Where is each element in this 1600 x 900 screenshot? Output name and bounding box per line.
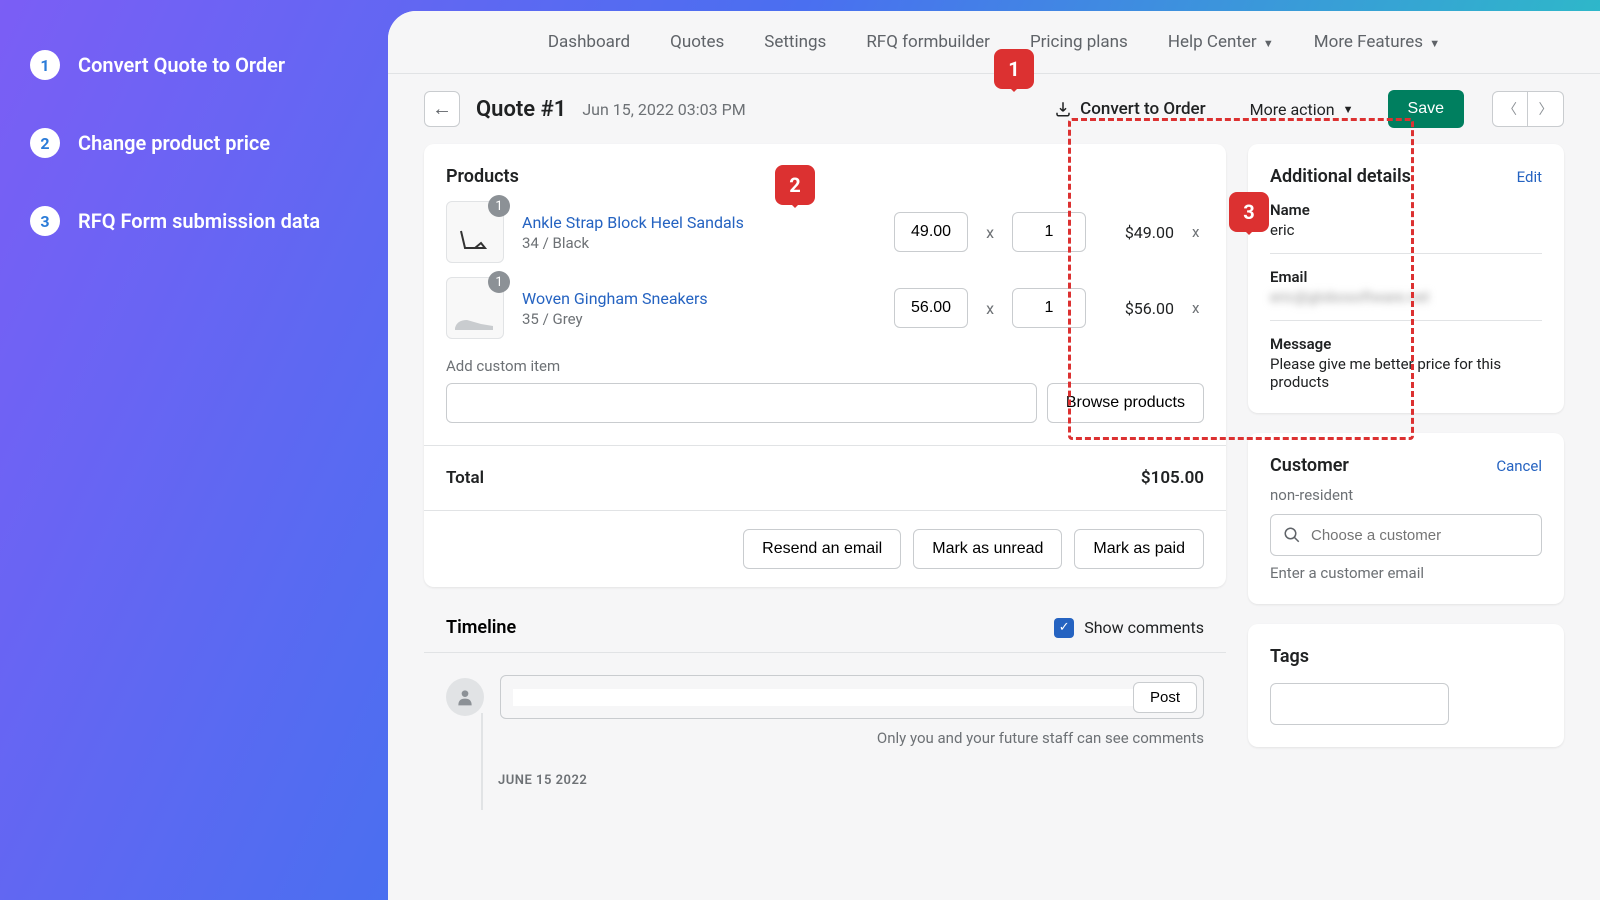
sneaker-icon [453,314,497,332]
legend-num: 1 [30,50,60,80]
price-input[interactable] [894,288,968,328]
convert-to-order-button[interactable]: Convert to Order [1054,99,1206,119]
chevron-right-icon: 〉 [1539,101,1553,117]
legend-panel: 1 Convert Quote to Order 2 Change produc… [0,0,380,334]
multiply-icon: x [986,223,994,242]
line-total: $49.00 [1104,223,1174,242]
quote-date: Jun 15, 2022 03:03 PM [582,100,745,119]
name-value: eric [1270,221,1542,239]
person-icon [455,687,475,707]
checkbox-checked-icon: ✓ [1054,618,1074,638]
products-card: Products 1 Ankle Strap Block Heel Sandal… [424,144,1226,587]
show-comments-toggle[interactable]: ✓ Show comments [1054,618,1204,638]
total-row: Total $105.00 [424,445,1226,510]
tags-card: Tags [1248,624,1564,747]
message-value: Please give me better price for this pro… [1270,355,1542,391]
comment-note: Only you and your future staff can see c… [446,729,1204,747]
customer-hint: Enter a customer email [1270,564,1542,582]
line-total: $56.00 [1104,299,1174,318]
mark-paid-button[interactable]: Mark as paid [1074,529,1204,569]
custom-item-input[interactable] [446,383,1037,423]
chevron-down-icon: ▼ [1429,37,1440,50]
mark-unread-button[interactable]: Mark as unread [913,529,1062,569]
product-variant: 35 / Grey [522,310,876,328]
pager: 〈 〉 [1492,91,1564,127]
product-name-link[interactable]: Woven Gingham Sneakers [522,289,876,308]
product-row: 1 Woven Gingham Sneakers 35 / Grey x $56… [446,277,1204,339]
next-button[interactable]: 〉 [1528,91,1564,127]
tags-input[interactable] [1270,683,1449,725]
customer-status: non-resident [1270,486,1542,504]
legend-text: RFQ Form submission data [78,209,320,233]
legend-num: 2 [30,128,60,158]
edit-link[interactable]: Edit [1517,168,1542,186]
callout-1: 1 [994,49,1034,89]
qty-input[interactable] [1012,212,1086,252]
save-button[interactable]: Save [1388,90,1464,128]
avatar [446,678,484,716]
chevron-left-icon: 〈 [1503,101,1517,117]
message-label: Message [1270,335,1542,353]
resend-email-button[interactable]: Resend an email [743,529,901,569]
custom-item-label: Add custom item [446,357,1204,375]
legend-item-3: 3 RFQ Form submission data [30,206,350,236]
legend-text: Convert Quote to Order [78,53,285,77]
page-title: Quote #1 [476,97,566,122]
browse-products-button[interactable]: Browse products [1047,383,1204,423]
post-button[interactable]: Post [1133,682,1197,713]
nav-help[interactable]: Help Center ▼ [1168,32,1274,52]
nav-settings[interactable]: Settings [764,32,826,52]
customer-search[interactable] [1270,514,1542,556]
email-label: Email [1270,268,1542,286]
tags-title: Tags [1270,646,1542,667]
legend-num: 3 [30,206,60,236]
nav-dashboard[interactable]: Dashboard [548,32,630,52]
comment-input[interactable] [513,689,1133,706]
prev-button[interactable]: 〈 [1492,91,1528,127]
total-label: Total [446,468,484,488]
details-title: Additional details [1270,166,1411,187]
timeline-date: JUNE 15 2022 [498,773,1204,788]
more-action-dropdown[interactable]: More action ▼ [1250,100,1354,119]
product-name-link[interactable]: Ankle Strap Block Heel Sandals [522,213,876,232]
multiply-icon: x [986,299,994,318]
chevron-down-icon: ▼ [1343,103,1354,116]
nav-pricing[interactable]: Pricing plans [1030,32,1128,52]
nav-more[interactable]: More Features ▼ [1314,32,1440,52]
nav-quotes[interactable]: Quotes [670,32,724,52]
qty-input[interactable] [1012,288,1086,328]
customer-search-input[interactable] [1311,527,1529,544]
legend-item-2: 2 Change product price [30,128,350,158]
callout-2: 2 [775,165,815,205]
cancel-link[interactable]: Cancel [1496,457,1542,475]
name-label: Name [1270,201,1542,219]
callout-3: 3 [1229,192,1269,232]
customer-card: Customer Cancel non-resident Enter a cus… [1248,433,1564,604]
search-icon [1283,526,1301,544]
nav-rfq[interactable]: RFQ formbuilder [866,32,990,52]
sandal-icon [455,226,495,256]
total-value: $105.00 [1141,468,1204,488]
customer-title: Customer [1270,455,1349,476]
legend-text: Change product price [78,131,270,155]
timeline-title: Timeline [446,617,516,638]
legend-item-1: 1 Convert Quote to Order [30,50,350,80]
email-value: eric@globosoftware.net [1270,288,1542,306]
price-input[interactable] [894,212,968,252]
timeline-line [481,713,483,810]
download-icon [1054,100,1072,118]
back-button[interactable]: ← [424,91,460,127]
qty-badge: 1 [488,271,510,293]
app-window: Dashboard Quotes Settings RFQ formbuilde… [388,11,1600,900]
timeline-section: Timeline ✓ Show comments Post [424,613,1226,810]
additional-details-card: Additional details Edit Name eric Email … [1248,144,1564,413]
chevron-down-icon: ▼ [1263,37,1274,50]
product-variant: 34 / Black [522,234,876,252]
products-title: Products [446,166,1204,187]
arrow-left-icon: ← [432,98,452,121]
remove-button[interactable]: x [1192,299,1204,317]
remove-button[interactable]: x [1192,223,1204,241]
qty-badge: 1 [488,195,510,217]
product-row: 1 Ankle Strap Block Heel Sandals 34 / Bl… [446,201,1204,263]
